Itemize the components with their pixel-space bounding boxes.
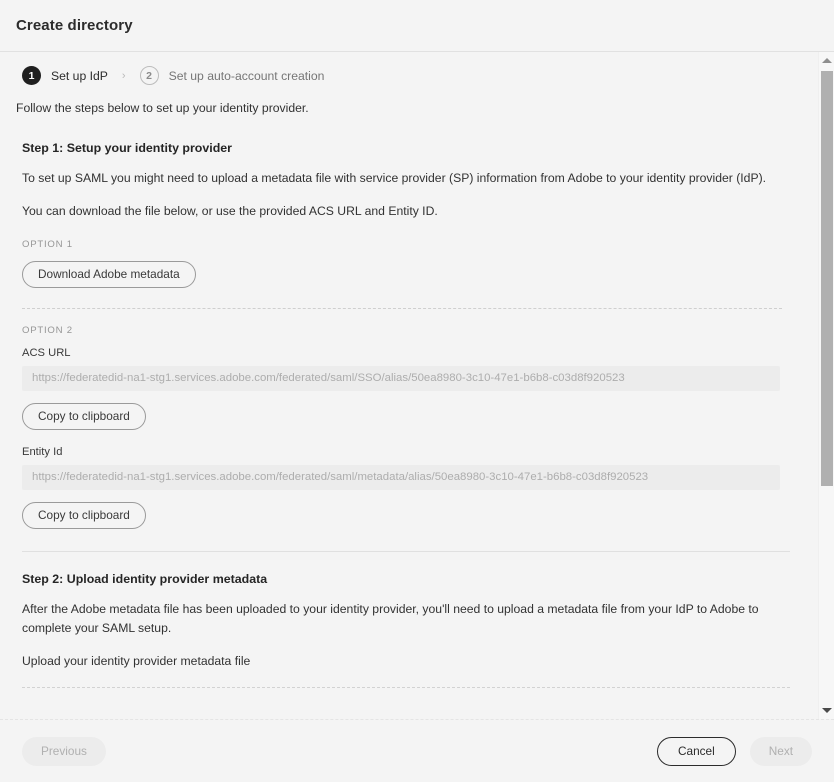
scroll-up-button[interactable] xyxy=(819,52,834,69)
acs-url-label: ACS URL xyxy=(22,346,71,359)
step-item-setup-idp[interactable]: 1 Set up IdP xyxy=(22,66,108,85)
intro-text: Follow the steps below to set up your id… xyxy=(16,101,309,115)
vertical-scrollbar[interactable] xyxy=(818,52,834,719)
step-divider xyxy=(22,550,790,552)
page-title: Create directory xyxy=(16,17,133,34)
chevron-right-icon: › xyxy=(121,69,126,82)
step2-paragraph-1: After the Adobe metadata file has been u… xyxy=(22,601,759,635)
stepper: 1 Set up IdP › 2 Set up auto-account cre… xyxy=(14,66,798,85)
step2-upload-label: Upload your identity provider metadata f… xyxy=(22,653,251,668)
scroll-down-button[interactable] xyxy=(819,702,834,719)
chevron-up-icon xyxy=(822,58,832,63)
entity-id-input[interactable] xyxy=(22,464,780,490)
download-adobe-metadata-button[interactable]: Download Adobe metadata xyxy=(22,260,196,288)
dialog-body: 1 Set up IdP › 2 Set up auto-account cre… xyxy=(0,52,834,719)
option-divider xyxy=(22,307,782,309)
step-label: Set up IdP xyxy=(51,68,108,83)
dialog-titlebar: Create directory xyxy=(0,0,834,52)
acs-url-input[interactable] xyxy=(22,365,780,391)
step-number-badge: 1 xyxy=(22,66,41,85)
option-1-label: OPTION 1 xyxy=(22,238,73,250)
step1-heading: Step 1: Setup your identity provider xyxy=(22,141,232,155)
chevron-down-icon xyxy=(822,708,832,713)
scroll-pane[interactable]: 1 Set up IdP › 2 Set up auto-account cre… xyxy=(0,52,834,719)
step2-heading: Step 2: Upload identity provider metadat… xyxy=(22,571,268,586)
next-button[interactable]: Next xyxy=(749,736,812,766)
scrollbar-thumb[interactable] xyxy=(821,71,833,486)
dialog-footer: Previous Cancel Next xyxy=(0,719,834,782)
entity-id-label: Entity Id xyxy=(22,445,63,458)
option-2-label: OPTION 2 xyxy=(22,324,73,336)
cancel-button[interactable]: Cancel xyxy=(657,736,736,766)
step1-paragraph-2: You can download the file below, or use … xyxy=(22,203,438,218)
copy-acs-url-button[interactable]: Copy to clipboard xyxy=(22,402,146,430)
step-label: Set up auto-account creation xyxy=(168,68,325,83)
step-number-badge: 2 xyxy=(139,66,159,85)
create-directory-dialog: Create directory 1 Set up IdP › 2 Set up… xyxy=(0,0,834,782)
metadata-dropzone-edge[interactable] xyxy=(22,686,790,688)
copy-entity-id-button[interactable]: Copy to clipboard xyxy=(22,501,146,529)
step1-paragraph-1: To set up SAML you might need to upload … xyxy=(22,171,767,185)
step-item-auto-account-creation[interactable]: 2 Set up auto-account creation xyxy=(139,66,325,85)
scrollbar-track[interactable] xyxy=(819,69,834,702)
previous-button[interactable]: Previous xyxy=(22,736,106,766)
